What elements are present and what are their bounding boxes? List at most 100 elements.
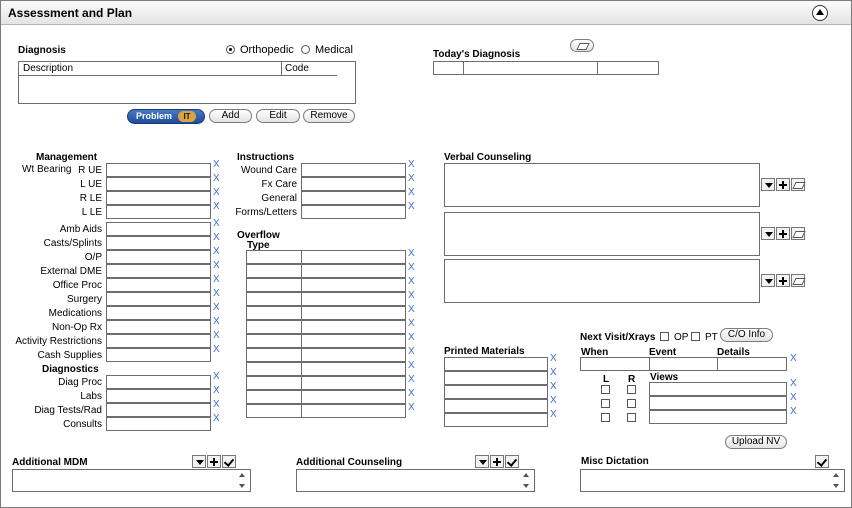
clear-office-proc-x[interactable]: X <box>213 274 220 285</box>
scrollbar[interactable] <box>237 470 249 491</box>
clear-l-ue-x[interactable]: X <box>213 173 220 184</box>
clear-overflow-x[interactable]: X <box>408 374 415 385</box>
additional-mdm-textarea[interactable] <box>12 469 251 492</box>
clear-activity-restrictions-x[interactable]: X <box>213 330 220 341</box>
clear-overflow-x[interactable]: X <box>408 360 415 371</box>
clear-cash-supplies-x[interactable]: X <box>213 344 220 355</box>
scroll-down-icon[interactable] <box>523 484 529 488</box>
clear-next-visit-x[interactable]: X <box>790 353 797 364</box>
clear-overflow-x[interactable]: X <box>408 248 415 259</box>
scrollbar[interactable] <box>521 470 533 491</box>
clear-forms-letters-x[interactable]: X <box>408 201 415 212</box>
overflow-value-cell[interactable] <box>301 334 406 348</box>
clear-xray-views-x[interactable]: X <box>790 392 797 403</box>
overflow-type-cell[interactable] <box>246 334 302 348</box>
overflow-type-cell[interactable] <box>246 292 302 306</box>
co-info-button[interactable]: C/O Info <box>720 328 773 342</box>
diagnostics-labs-field[interactable] <box>106 389 211 403</box>
add-icon[interactable] <box>776 274 790 287</box>
clear-overflow-x[interactable]: X <box>408 332 415 343</box>
check-icon[interactable] <box>815 455 829 468</box>
diagnostics-diag-proc-field[interactable] <box>106 375 211 389</box>
clear-casts-splints-x[interactable]: X <box>213 232 220 243</box>
clear-fx-care-x[interactable]: X <box>408 173 415 184</box>
verbal-counseling-textbox-3[interactable] <box>444 259 760 303</box>
clear-diag-proc-x[interactable]: X <box>213 371 220 382</box>
xray-right-checkbox[interactable] <box>627 413 636 422</box>
clear-overflow-x[interactable]: X <box>408 318 415 329</box>
clear-surgery-x[interactable]: X <box>213 288 220 299</box>
scroll-down-icon[interactable] <box>239 484 245 488</box>
overflow-type-cell[interactable] <box>246 362 302 376</box>
management-non-op-rx-field[interactable] <box>106 320 211 334</box>
overflow-value-cell[interactable] <box>301 362 406 376</box>
clear-general-x[interactable]: X <box>408 187 415 198</box>
xray-left-checkbox[interactable] <box>601 399 610 408</box>
clear-r-ue-x[interactable]: X <box>213 159 220 170</box>
overflow-value-cell[interactable] <box>301 404 406 418</box>
problem-it-button[interactable]: Problem IT <box>127 109 205 124</box>
clear-amb-aids-x[interactable]: X <box>213 218 220 229</box>
overflow-type-cell[interactable] <box>246 250 302 264</box>
clear-overflow-x[interactable]: X <box>408 276 415 287</box>
instructions-forms-letters-field[interactable] <box>301 205 406 219</box>
management-casts-splints-field[interactable] <box>106 236 211 250</box>
clear-overflow-x[interactable]: X <box>408 262 415 273</box>
verbal-counseling-textbox-2[interactable] <box>444 212 760 256</box>
scroll-down-icon[interactable] <box>833 484 839 488</box>
xray-views-field[interactable] <box>649 396 787 410</box>
overflow-type-cell[interactable] <box>246 376 302 390</box>
add-diagnosis-button[interactable]: Add <box>209 109 252 123</box>
orthopedic-radio[interactable] <box>226 45 235 54</box>
overflow-type-cell[interactable] <box>246 404 302 418</box>
check-icon[interactable] <box>222 455 236 468</box>
clear-printed-material-x[interactable]: X <box>550 409 557 420</box>
clear-overflow-x[interactable]: X <box>408 402 415 413</box>
printed-material-row[interactable] <box>444 371 548 385</box>
overflow-type-cell[interactable] <box>246 348 302 362</box>
clear-printed-material-x[interactable]: X <box>550 395 557 406</box>
overflow-value-cell[interactable] <box>301 250 406 264</box>
management-medications-field[interactable] <box>106 306 211 320</box>
dropdown-icon[interactable] <box>192 455 206 468</box>
clear-printed-material-x[interactable]: X <box>550 353 557 364</box>
overflow-type-cell[interactable] <box>246 278 302 292</box>
add-icon[interactable] <box>776 227 790 240</box>
eraser-icon[interactable] <box>791 227 805 240</box>
instructions-wound-care-field[interactable] <box>301 163 406 177</box>
eraser-icon[interactable] <box>791 274 805 287</box>
diagnostics-consults-field[interactable] <box>106 417 211 431</box>
instructions-fx-care-field[interactable] <box>301 177 406 191</box>
dropdown-icon[interactable] <box>761 274 775 287</box>
management-surgery-field[interactable] <box>106 292 211 306</box>
overflow-value-cell[interactable] <box>301 278 406 292</box>
collapse-icon[interactable] <box>812 5 828 21</box>
upload-nv-button[interactable]: Upload NV <box>725 435 787 449</box>
clear-xray-views-x[interactable]: X <box>790 406 797 417</box>
add-icon[interactable] <box>490 455 504 468</box>
clear-printed-material-x[interactable]: X <box>550 381 557 392</box>
verbal-counseling-textbox-1[interactable] <box>444 163 760 207</box>
next-visit-row[interactable] <box>580 357 787 371</box>
overflow-value-cell[interactable] <box>301 390 406 404</box>
xray-right-checkbox[interactable] <box>627 399 636 408</box>
clear-medications-x[interactable]: X <box>213 302 220 313</box>
printed-material-row[interactable] <box>444 357 548 371</box>
management-l-ue-field[interactable] <box>106 177 211 191</box>
clear-overflow-x[interactable]: X <box>408 388 415 399</box>
medical-radio[interactable] <box>301 45 310 54</box>
dropdown-icon[interactable] <box>761 227 775 240</box>
clear-labs-x[interactable]: X <box>213 385 220 396</box>
scroll-up-icon[interactable] <box>833 473 839 477</box>
overflow-value-cell[interactable] <box>301 320 406 334</box>
xray-views-field[interactable] <box>649 382 787 396</box>
overflow-value-cell[interactable] <box>301 348 406 362</box>
clear-l-le-x[interactable]: X <box>213 201 220 212</box>
op-checkbox[interactable] <box>660 332 669 341</box>
clear-wound-care-x[interactable]: X <box>408 159 415 170</box>
overflow-type-cell[interactable] <box>246 390 302 404</box>
dropdown-icon[interactable] <box>475 455 489 468</box>
dropdown-icon[interactable] <box>761 178 775 191</box>
add-icon[interactable] <box>776 178 790 191</box>
check-icon[interactable] <box>505 455 519 468</box>
